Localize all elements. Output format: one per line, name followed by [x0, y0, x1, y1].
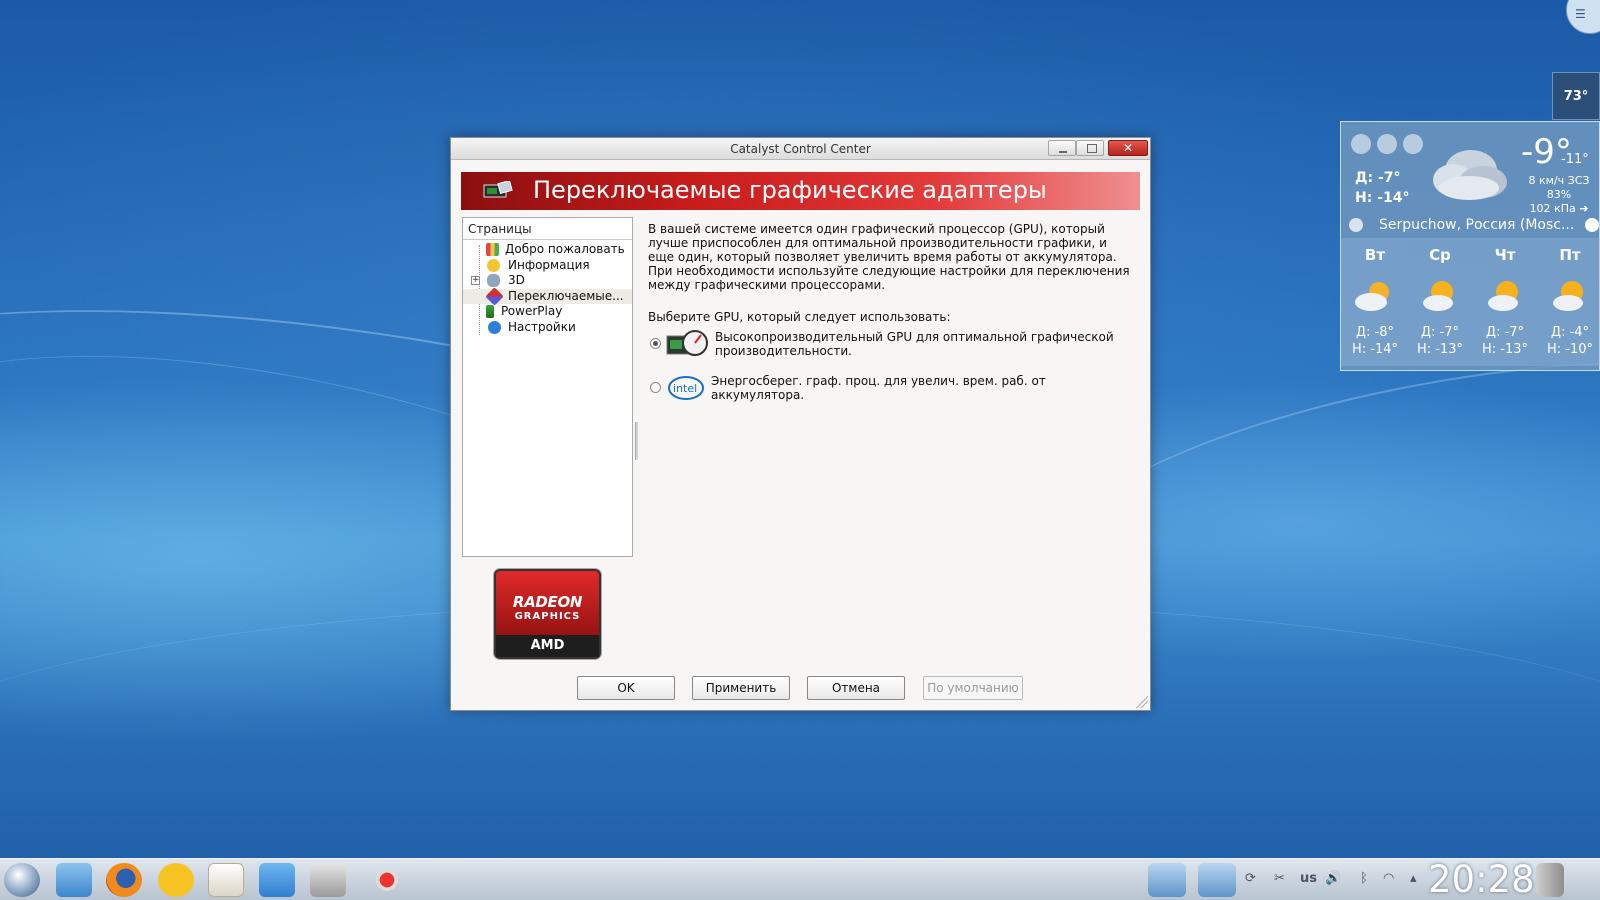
partly-cloudy-icon — [1423, 281, 1453, 311]
forecast-high: Д: -7° — [1420, 325, 1460, 340]
tree-item-welcome[interactable]: Добро пожаловать — [463, 242, 632, 258]
temperature-badge[interactable]: 73° — [1552, 72, 1600, 120]
svg-text:intel: intel — [673, 382, 697, 395]
info-icon — [487, 258, 500, 272]
forecast-day-name: Ср — [1429, 246, 1451, 264]
desktop-toolbox-button[interactable]: ☰ — [1566, 0, 1600, 34]
minimize-button[interactable] — [1048, 140, 1076, 156]
forecast-high: Д: -4° — [1550, 325, 1590, 340]
application-launcher-icon[interactable] — [4, 863, 40, 897]
switchable-graphics-icon — [485, 286, 504, 306]
gear-icon — [488, 320, 501, 334]
close-button[interactable]: ✕ — [1108, 140, 1148, 156]
forecast-day: Пт Д: -4° Н: -10° — [1539, 238, 1600, 366]
glasses-3d-icon — [487, 274, 500, 287]
chat-icon[interactable] — [158, 863, 194, 897]
volume-icon[interactable]: 🔊 — [1325, 871, 1341, 886]
performance-gpu-icon — [666, 330, 708, 356]
humidity: 83% — [1546, 188, 1572, 201]
forecast-low: Н: -14° — [1351, 342, 1399, 357]
description-text: В вашей системе имеется один графический… — [648, 222, 1130, 292]
forecast-low: Н: -10° — [1546, 342, 1594, 357]
system-settings-icon[interactable] — [310, 863, 346, 897]
clock[interactable]: 20:28 — [1428, 858, 1535, 900]
people-icon — [486, 243, 499, 256]
intel-icon: intel — [668, 376, 704, 400]
forecast-day-name: Вт — [1364, 246, 1386, 264]
power-saving-label: Энергосберег. граф. проц. для увелич. вр… — [711, 374, 1046, 402]
file-manager-icon[interactable] — [56, 863, 92, 897]
maximize-button[interactable] — [1076, 140, 1104, 156]
pane-splitter[interactable] — [635, 422, 638, 460]
graphics-card-icon — [483, 181, 513, 198]
pages-tree-header: Страницы — [463, 218, 632, 240]
expand-icon[interactable]: + — [471, 276, 480, 285]
forecast-day-name: Пт — [1559, 246, 1581, 264]
content-panel: В вашей системе имеется один графический… — [648, 222, 1136, 412]
powerplay-icon — [486, 305, 494, 318]
tray-expand-icon[interactable]: ▴ — [1410, 871, 1417, 886]
forecast-day: Вт Д: -8° Н: -14° — [1344, 238, 1406, 366]
resize-grip[interactable] — [1136, 696, 1148, 708]
partly-cloudy-icon — [1553, 281, 1583, 311]
thermometer-icon[interactable] — [1377, 134, 1397, 154]
next-location-icon[interactable] — [1585, 218, 1599, 232]
firefox-icon[interactable] — [106, 863, 142, 897]
previous-location-icon[interactable] — [1349, 218, 1363, 232]
cancel-button[interactable]: Отмена — [807, 676, 905, 700]
location-label: Serpuchow, Россия (Mosc... — [1379, 217, 1575, 233]
forecast-day: Ср Д: -7° Н: -13° — [1409, 238, 1471, 366]
defaults-button[interactable]: По умолчанию — [923, 676, 1023, 700]
page-banner: Переключаемые графические адаптеры — [461, 172, 1140, 210]
today-high: Д: -7° — [1355, 170, 1401, 186]
map-icon[interactable] — [1403, 134, 1423, 154]
menu-lines-icon: ☰ — [1575, 7, 1586, 21]
tree-item-information[interactable]: Информация — [463, 258, 632, 274]
power-saving-radio[interactable] — [650, 382, 661, 393]
trash-icon[interactable] — [1536, 863, 1564, 897]
forecast-low: Н: -13° — [1416, 342, 1464, 357]
folder-documents-icon[interactable] — [1148, 863, 1186, 897]
apply-button[interactable]: Применить — [692, 676, 790, 700]
tree-item-settings[interactable]: Настройки — [463, 320, 632, 336]
clipboard-icon[interactable]: ✂ — [1274, 871, 1285, 886]
keyboard-layout[interactable]: us — [1300, 871, 1317, 886]
bluetooth-icon[interactable]: ᛒ — [1360, 871, 1368, 886]
forecast-high: Д: -8° — [1355, 325, 1395, 340]
media-player-icon[interactable] — [259, 863, 295, 897]
partly-cloudy-icon — [1355, 282, 1389, 311]
window-title: Catalyst Control Center — [730, 142, 871, 156]
catalyst-control-center-window: Catalyst Control Center ✕ Переключаемые … — [450, 137, 1151, 711]
high-performance-radio[interactable] — [650, 338, 661, 349]
weather-widget: Д: -7° Н: -14° -9° -11° 8 км/ч ЗСЗ 83% 1… — [1340, 121, 1600, 371]
page-title: Переключаемые графические адаптеры — [533, 176, 1047, 204]
cloud-icon — [1433, 150, 1507, 200]
tree-item-powerplay[interactable]: PowerPlay — [463, 304, 632, 320]
tree-item-3d[interactable]: + 3D — [463, 273, 632, 289]
current-low: -11° — [1561, 152, 1589, 167]
high-performance-option[interactable]: Высокопроизводительный GPU для оптимальн… — [648, 330, 1136, 368]
choose-gpu-label: Выберите GPU, который следует использова… — [648, 310, 951, 324]
wind: 8 км/ч ЗСЗ — [1528, 174, 1590, 187]
forecast-day-name: Чт — [1494, 246, 1516, 264]
forecast-low: Н: -13° — [1481, 342, 1529, 357]
sun-icon[interactable] — [1351, 134, 1371, 154]
taskbar: ⟳ ✂ us 🔊 ᛒ ◠ ▴ 20:28 — [0, 858, 1600, 900]
folder-downloads-icon[interactable] — [1198, 863, 1236, 897]
tree-item-switchable-graphics[interactable]: Переключаемые... — [463, 286, 632, 306]
radeon-graphics-logo: RADEON GRAPHICS AMD — [494, 569, 601, 659]
power-saving-option[interactable]: intel Энергосберег. граф. проц. для увел… — [648, 374, 1136, 412]
update-icon[interactable]: ⟳ — [1245, 871, 1256, 886]
title-bar[interactable]: Catalyst Control Center ✕ — [451, 138, 1150, 160]
forecast-high: Д: -7° — [1485, 325, 1525, 340]
partly-cloudy-icon — [1488, 281, 1518, 311]
wifi-icon[interactable]: ◠ — [1383, 871, 1394, 886]
pages-tree: Страницы Добро пожаловать Информация + 3… — [462, 217, 633, 557]
mail-icon[interactable] — [208, 863, 244, 897]
high-performance-label: Высокопроизводительный GPU для оптимальн… — [715, 330, 1114, 358]
forecast-day: Чт Д: -7° Н: -13° — [1474, 238, 1536, 366]
catalyst-task-icon[interactable] — [370, 863, 404, 897]
today-low: Н: -14° — [1355, 190, 1410, 206]
ok-button[interactable]: OK — [577, 676, 675, 700]
